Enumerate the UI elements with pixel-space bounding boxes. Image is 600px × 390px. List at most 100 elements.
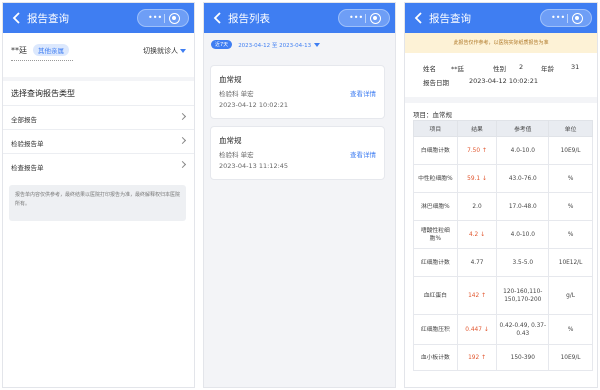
result-value: 4.77 xyxy=(470,259,484,266)
chevron-right-icon xyxy=(178,136,187,145)
cell-ref: 150-390 xyxy=(496,344,550,371)
close-icon[interactable] xyxy=(572,13,583,24)
date-filter[interactable]: 近7天 2023-04-12 至 2023-04-13 xyxy=(211,40,321,49)
gender-value: 2 xyxy=(519,63,524,71)
col-header: 项目 xyxy=(413,120,458,137)
cell-unit: g/L xyxy=(548,276,593,315)
up-arrow-icon: ↑ xyxy=(481,146,487,154)
table-header-row: 项目 结果 参考值 单位 xyxy=(413,120,593,137)
report-name: 血常规 xyxy=(219,75,242,84)
table-row: 嗜酸性粒细胞% 4.2 ↓ 4.0-10.0 % xyxy=(413,220,593,249)
cell-unit: 10E9/L xyxy=(548,344,593,371)
list-item-exam-reports[interactable]: 检查报告单 xyxy=(3,153,194,177)
screen-report-list: 报告列表 ••• 近7天 2023-04-12 至 2023-04-13 血常规… xyxy=(203,2,396,388)
date-label: 报告日期 xyxy=(423,79,449,87)
down-arrow-icon: ↓ xyxy=(480,230,486,238)
cell-item: 血红蛋白 xyxy=(413,276,458,315)
result-table: 项目 结果 参考值 单位 白细胞计数 7.50 ↑ 4.0-10.0 10E9/… xyxy=(413,120,593,371)
patient-name: **廷 xyxy=(11,46,27,55)
disclaimer-notice: 报告单内容仅供参考，最终结果以医院打印报告为准，最终解释权归本医院所有。 xyxy=(9,185,186,221)
page-title: 报告查询 xyxy=(429,13,471,25)
report-dept: 检验科 单宏 xyxy=(219,151,254,159)
back-arrow-icon[interactable] xyxy=(413,11,425,25)
report-dept: 检验科 单宏 xyxy=(219,90,254,98)
cell-item: 嗜酸性粒细胞% xyxy=(413,220,458,249)
cell-item: 血小板计数 xyxy=(413,344,458,371)
table-row: 红细胞压积 0.447 ↓ 0.42-0.49, 0.37-0.43 % xyxy=(413,314,593,345)
more-icon[interactable]: ••• xyxy=(551,13,565,22)
cell-ref: 120-160,110-150,170-200 xyxy=(496,276,550,315)
more-icon[interactable]: ••• xyxy=(349,13,363,22)
cell-item: 白细胞计数 xyxy=(413,136,458,165)
result-section: 项目：血常规 项目 结果 参考值 单位 白细胞计数 7.50 ↑ 4.0-10.… xyxy=(405,103,597,387)
down-arrow-icon: ↓ xyxy=(483,325,489,333)
patient-info: 姓名 **廷 性别 2 年龄 31 报告日期 2023-04-12 10:02:… xyxy=(405,53,597,97)
list-item-all-reports[interactable]: 全部报告 xyxy=(3,105,194,129)
report-type-list: 选择查询报告类型 全部报告 检验报告单 检查报告单 报告单内容仅供参考，最终结果… xyxy=(3,81,194,387)
cell-result: 142 ↑ xyxy=(456,276,498,315)
section-title: 选择查询报告类型 xyxy=(11,89,75,98)
cell-result: 192 ↑ xyxy=(456,344,498,371)
cell-item: 红细胞压积 xyxy=(413,314,458,345)
cell-ref: 43.0-76.0 xyxy=(496,164,550,193)
back-arrow-icon[interactable] xyxy=(212,11,224,25)
down-arrow-icon: ↓ xyxy=(481,174,487,182)
back-arrow-icon[interactable] xyxy=(11,11,23,25)
table-row: 淋巴细胞% 2.0 17.0-48.0 % xyxy=(413,192,593,221)
name-value: **廷 xyxy=(451,65,464,73)
close-icon[interactable] xyxy=(370,13,381,24)
report-card[interactable]: 血常规 检验科 单宏 2023-04-13 11:12:45 查看详情 xyxy=(210,126,385,180)
result-value: 4.2 xyxy=(468,231,479,238)
mini-program-capsule[interactable]: ••• xyxy=(540,9,592,27)
warning-banner: 此报告仅作参考，以医院实际纸质报告为准 xyxy=(405,33,597,53)
close-icon[interactable] xyxy=(169,13,180,24)
report-time: 2023-04-12 10:02:21 xyxy=(219,101,289,109)
header-bar: 报告查询 ••• xyxy=(3,3,194,33)
header-bar: 报告查询 ••• xyxy=(405,3,597,33)
cell-result: 4.77 xyxy=(456,248,498,277)
switch-patient-button[interactable]: 切换就诊人 xyxy=(143,46,186,56)
cell-result: 7.50 ↑ xyxy=(456,136,498,165)
cell-ref: 3.5-5.0 xyxy=(496,248,550,277)
cell-result: 59.1 ↓ xyxy=(456,164,498,193)
up-arrow-icon: ↑ xyxy=(480,353,487,361)
page-title: 报告查询 xyxy=(27,13,69,25)
report-card[interactable]: 血常规 检验科 单宏 2023-04-12 10:02:21 查看详情 xyxy=(210,65,385,119)
up-arrow-icon: ↑ xyxy=(480,291,487,299)
project-title: 项目：血常规 xyxy=(413,111,452,119)
cell-unit: % xyxy=(548,164,593,193)
list-item-lab-reports[interactable]: 检验报告单 xyxy=(3,129,194,153)
more-icon[interactable]: ••• xyxy=(148,13,162,22)
gender-label: 性别 xyxy=(493,65,506,73)
cell-unit: 10E9/L xyxy=(548,136,593,165)
date-value: 2023-04-12 10:02:21 xyxy=(469,77,539,85)
name-label: 姓名 xyxy=(423,65,436,73)
table-row: 中性粒细胞% 59.1 ↓ 43.0-76.0 % xyxy=(413,164,593,193)
chevron-right-icon xyxy=(178,160,187,169)
mini-program-capsule[interactable]: ••• xyxy=(137,9,189,27)
mini-program-capsule[interactable]: ••• xyxy=(338,9,390,27)
result-value: 2.0 xyxy=(472,203,482,210)
cell-item: 淋巴细胞% xyxy=(413,192,458,221)
cell-item: 红细胞计数 xyxy=(413,248,458,277)
patient-card: **廷 其他亲属 切换就诊人 xyxy=(3,33,194,77)
result-value: 142 xyxy=(468,292,480,299)
view-details-link[interactable]: 查看详情 xyxy=(350,88,376,98)
col-header: 单位 xyxy=(548,120,593,137)
col-header: 参考值 xyxy=(496,120,550,137)
table-row: 白细胞计数 7.50 ↑ 4.0-10.0 10E9/L xyxy=(413,136,593,165)
result-value: 0.447 xyxy=(465,326,482,333)
screen-report-query: 报告查询 ••• **廷 其他亲属 切换就诊人 选择查询报告类型 全部报告 检验… xyxy=(2,2,195,388)
report-time: 2023-04-13 11:12:45 xyxy=(219,162,289,170)
cell-result: 0.447 ↓ xyxy=(456,314,498,345)
cell-unit: % xyxy=(548,220,593,249)
list-item-label: 全部报告 xyxy=(11,116,37,124)
cell-ref: 4.0-10.0 xyxy=(496,220,550,249)
list-item-label: 检查报告单 xyxy=(11,164,44,172)
cell-result: 2.0 xyxy=(456,192,498,221)
page-title: 报告列表 xyxy=(228,13,270,25)
range-chip[interactable]: 近7天 xyxy=(211,40,233,49)
age-value: 31 xyxy=(571,63,580,71)
view-details-link[interactable]: 查看详情 xyxy=(350,149,376,159)
result-value: 59.1 xyxy=(467,175,481,182)
